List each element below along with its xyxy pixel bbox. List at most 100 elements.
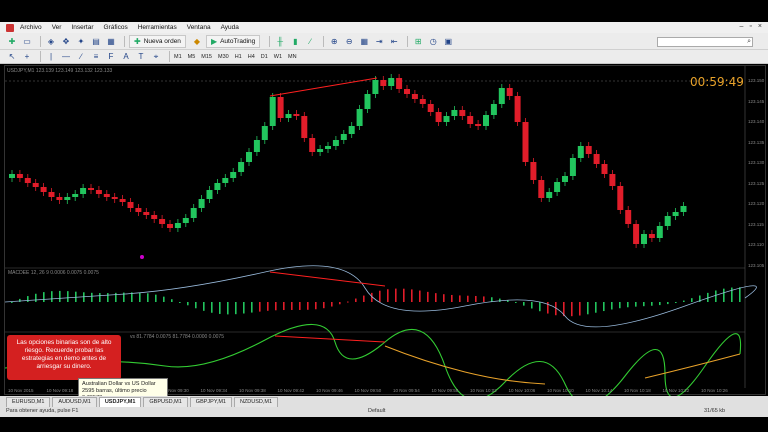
trendline-icon[interactable]: ∕: [75, 51, 87, 63]
tab-usdjpy[interactable]: USDJPY,M1: [98, 397, 142, 407]
bear-candle: [411, 94, 418, 99]
tab-eurusd[interactable]: EURUSD,M1: [6, 397, 51, 407]
oscillator-indicator-label: vs 81.7784 0.0075 81.7784 0.0000 0.0075: [130, 334, 224, 340]
profiles-icon[interactable]: ▭: [21, 35, 33, 47]
arrows-tool-icon[interactable]: ⌖: [150, 51, 162, 63]
menu-ventana[interactable]: Ventana: [187, 24, 211, 31]
fibonacci-icon[interactable]: F: [105, 51, 117, 63]
search-input[interactable]: [657, 37, 753, 47]
macd-bar: [147, 293, 149, 302]
timeframe-h1[interactable]: H1: [235, 54, 242, 60]
line-chart-icon[interactable]: ∕: [304, 35, 316, 47]
timeframe-m1[interactable]: M1: [174, 54, 182, 60]
bull-candle: [577, 146, 584, 158]
search-icon[interactable]: ⌕: [747, 38, 751, 46]
macd-bar: [651, 302, 653, 306]
price-tick-label: 123.130: [748, 160, 765, 165]
templates-icon[interactable]: ▣: [442, 35, 454, 47]
macd-bar: [59, 290, 61, 302]
label-tool-icon[interactable]: T: [135, 51, 147, 63]
horizontal-line-icon[interactable]: —: [60, 51, 72, 63]
text-tool-icon[interactable]: A: [120, 51, 132, 63]
macd-bar: [419, 290, 421, 302]
timeframe-w1[interactable]: W1: [274, 54, 282, 60]
toolbar-separator: [40, 51, 41, 62]
macd-bar: [723, 288, 725, 302]
app-logo-icon: [6, 23, 14, 32]
tab-nzdusd[interactable]: NZDUSD,M1: [233, 397, 279, 407]
menu-archivo[interactable]: Archivo: [20, 24, 42, 31]
zoom-out-icon[interactable]: ⊖: [343, 35, 355, 47]
new-chart-icon[interactable]: ✚: [6, 35, 18, 47]
cursor-icon[interactable]: ↖: [6, 51, 18, 63]
timeframe-m15[interactable]: M15: [201, 54, 212, 60]
macd-bar: [19, 298, 21, 302]
bull-candle: [222, 178, 229, 183]
autoscroll-icon[interactable]: ⇥: [373, 35, 385, 47]
symbol-tooltip: Australian Dollar vs US Dollar 2595 barr…: [78, 378, 168, 401]
bear-candle: [648, 234, 655, 238]
bull-candle: [206, 190, 213, 199]
timeframe-d1[interactable]: D1: [261, 54, 268, 60]
bear-candle: [143, 212, 150, 215]
macd-bar: [587, 302, 589, 315]
menu-herramientas[interactable]: Herramientas: [138, 24, 177, 31]
tab-audusd[interactable]: AUDUSD,M1: [52, 397, 97, 407]
timeframe-m5[interactable]: M5: [188, 54, 196, 60]
menu-ayuda[interactable]: Ayuda: [221, 24, 239, 31]
bear-candle: [16, 174, 23, 178]
macd-bar: [475, 295, 477, 302]
tester-icon[interactable]: ▦: [105, 35, 117, 47]
time-tick-label: 10 Nov 09:18: [46, 388, 74, 393]
tile-windows-icon[interactable]: ▦: [358, 35, 370, 47]
indicators-icon[interactable]: ⊞: [412, 35, 424, 47]
timeframe-h4[interactable]: H4: [248, 54, 255, 60]
macd-bar: [339, 302, 341, 305]
macd-bar: [483, 296, 485, 302]
channel-icon[interactable]: ≡: [90, 51, 102, 63]
macd-bar: [387, 289, 389, 302]
menu-ver[interactable]: Ver: [52, 24, 62, 31]
macd-bar: [99, 293, 101, 302]
bear-candle: [56, 197, 63, 200]
restore-icon[interactable]: ▫: [749, 23, 751, 30]
navigator-icon[interactable]: ✦: [75, 35, 87, 47]
bar-chart-icon[interactable]: ╫: [274, 35, 286, 47]
menu-insertar[interactable]: Insertar: [71, 24, 93, 31]
crosshair-icon[interactable]: +: [21, 51, 33, 63]
bull-candle: [80, 188, 87, 194]
macd-bar: [635, 302, 637, 307]
data-window-icon[interactable]: ✥: [60, 35, 72, 47]
price-tick-label: 123.135: [748, 139, 765, 145]
macd-bar: [571, 302, 573, 317]
periods-icon[interactable]: ◷: [427, 35, 439, 47]
status-profile: Default: [368, 408, 386, 414]
time-tick-label: 10 Nov 09:42: [277, 388, 305, 393]
macd-bar: [275, 302, 277, 311]
close-icon[interactable]: ×: [758, 23, 762, 30]
bull-candle: [72, 194, 79, 197]
minimize-icon[interactable]: –: [740, 23, 744, 30]
time-tick-label: 10 Nov 10:06: [508, 388, 536, 393]
new-order-button[interactable]: ✚ Nueva orden: [129, 34, 186, 48]
meta-editor-icon[interactable]: ◆: [191, 35, 203, 47]
timeframe-m30[interactable]: M30: [218, 54, 229, 60]
macd-bar: [611, 302, 613, 310]
bull-candle: [490, 104, 497, 115]
macd-bar: [11, 302, 13, 303]
tab-gbpjpy[interactable]: GBPJPY,M1: [189, 397, 232, 407]
bull-candle: [356, 109, 363, 126]
bear-candle: [301, 116, 308, 138]
chart-shift-icon[interactable]: ⇤: [388, 35, 400, 47]
tab-gbpusd[interactable]: GBPUSD,M1: [143, 397, 188, 407]
macd-bar: [523, 302, 525, 306]
zoom-in-icon[interactable]: ⊕: [328, 35, 340, 47]
market-watch-icon[interactable]: ◈: [45, 35, 57, 47]
candlestick-icon[interactable]: ▮: [289, 35, 301, 47]
time-tick-label: 10 Nov 09:50: [354, 388, 382, 393]
terminal-icon[interactable]: ▤: [90, 35, 102, 47]
autotrading-button[interactable]: ▶ AutoTrading: [205, 34, 261, 48]
vertical-line-icon[interactable]: |: [45, 51, 57, 63]
menu-graficos[interactable]: Gráficos: [104, 24, 128, 31]
timeframe-mn[interactable]: MN: [288, 54, 297, 60]
